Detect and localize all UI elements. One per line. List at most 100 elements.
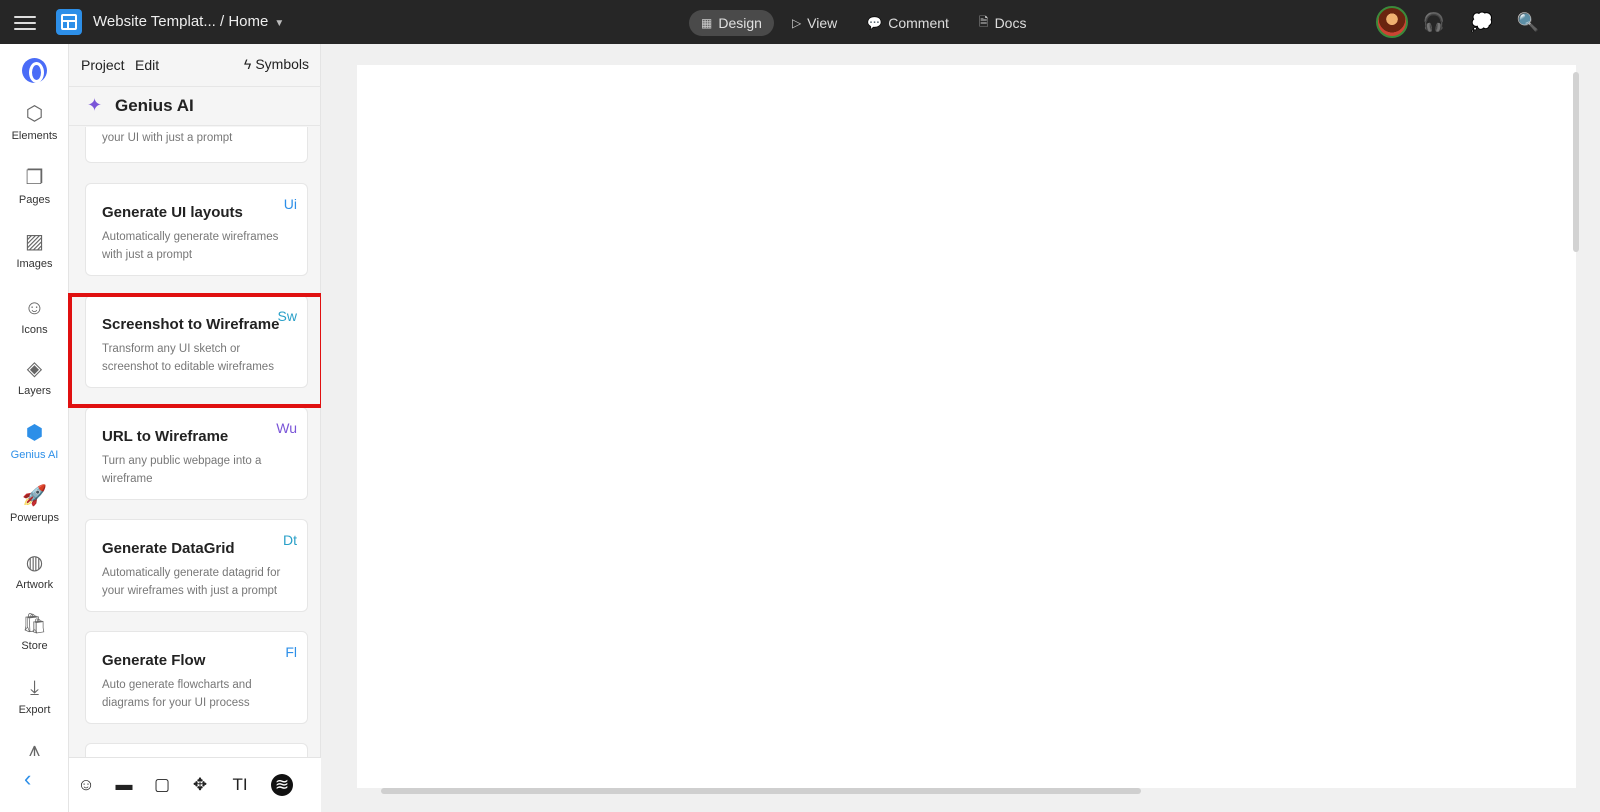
genius-ai-panel: Project Edit ϟ Symbols ✦ Genius AI your U… [69, 44, 321, 812]
rail-item-more[interactable]: ⩚ [0, 738, 69, 762]
rail-item-artwork[interactable]: ◍ Artwork [0, 551, 69, 591]
genius-ai-icon: ⬢ [25, 422, 44, 444]
vertical-scrollbar[interactable] [1573, 72, 1579, 252]
card-generate-flow[interactable]: Generate Flow Auto generate flowcharts a… [85, 631, 308, 724]
rail-label: Powerups [10, 512, 59, 524]
rail-label: Elements [11, 130, 58, 142]
card-title: Generate UI layouts [102, 204, 243, 221]
card-description: Automatically generate datagrid for your… [102, 567, 281, 597]
brand-logo-icon[interactable] [22, 58, 47, 83]
rail-item-layers[interactable]: ◈ Layers [0, 357, 69, 397]
rail-item-powerups[interactable]: 🚀 Powerups [0, 484, 69, 524]
lightning-icon: ϟ [243, 56, 252, 72]
symbols-label: Symbols [255, 56, 309, 72]
tab-edit[interactable]: Edit [135, 57, 159, 73]
card-generate-datagrid[interactable]: Generate DataGrid Automatically generate… [85, 519, 308, 612]
panel-title: Genius AI [115, 96, 194, 115]
stack-icon[interactable]: ≋ [271, 774, 293, 796]
rectangle-icon[interactable]: ▢ [151, 774, 173, 796]
rail-item-icons[interactable]: ☺ Icons [0, 296, 69, 336]
card-description: Turn any public webpage into a wireframe [102, 455, 262, 485]
card-url-to-wireframe[interactable]: URL to Wireframe Turn any public webpage… [85, 407, 308, 500]
card-description: Auto generate flowcharts and diagrams fo… [102, 679, 252, 709]
rocket-icon: 🚀 [22, 485, 47, 507]
tab-project[interactable]: Project [81, 57, 125, 73]
card-description: Transform any UI sketch or screenshot to… [102, 343, 274, 373]
card-generate-ui-layouts[interactable]: Generate UI layouts Automatically genera… [85, 183, 308, 276]
headset-icon[interactable]: 🎧 [1422, 10, 1446, 34]
top-bar: Website Templat... / Home ▼ ▦ Design ▷ View… [0, 0, 1600, 44]
app-logo-icon[interactable] [56, 9, 82, 35]
rail-label: Icons [21, 324, 48, 336]
mode-switcher: ▦ Design ▷ View 💬 Comment 🗎 Docs [689, 10, 1038, 36]
canvas-area[interactable] [321, 44, 1600, 812]
card-title: Screenshot to Wireframe [102, 316, 280, 333]
shopping-bag-icon: 🛍 [21, 613, 48, 635]
card-description: Automatically generate wireframes with j… [102, 231, 279, 261]
line-icon[interactable]: ▬ [113, 774, 135, 796]
rail-label: Pages [18, 194, 51, 206]
wu-badge-icon: Wu [276, 420, 297, 436]
rail-label: Images [16, 258, 53, 270]
view-mode-button[interactable]: ▷ View [780, 10, 849, 36]
rail-label: Genius AI [10, 449, 59, 461]
panel-header: ✦ Genius AI [69, 86, 321, 126]
comment-icon: 💬 [867, 16, 883, 30]
feature-card-list[interactable]: your UI with just a prompt Generate UI l… [69, 127, 321, 757]
left-rail: ⬡ Elements ❐ Pages ▨ Images ☺ Icons ◈ Layers … [0, 44, 69, 812]
card-title: Generate DataGrid [102, 540, 235, 557]
comment-label: Comment [888, 15, 949, 31]
pages-icon: ❐ [25, 167, 44, 189]
card-title: Generate Flow [102, 652, 206, 669]
design-mode-button[interactable]: ▦ Design [689, 10, 774, 36]
hamburger-menu-icon[interactable] [14, 12, 36, 32]
collapse-chevron-icon[interactable]: ‹ [24, 766, 31, 792]
rail-item-elements[interactable]: ⬡ Elements [0, 102, 69, 142]
rail-item-genius-ai[interactable]: ⬢ Genius AI [0, 421, 69, 461]
download-icon: ⤓ [30, 677, 39, 699]
view-label: View [807, 15, 838, 31]
cube-icon: ⬡ [25, 103, 44, 125]
chevron-down-icon: ▼ [274, 18, 285, 29]
card-title: URL to Wireframe [102, 428, 229, 445]
avatar[interactable] [1376, 6, 1408, 38]
docs-label: Docs [994, 15, 1027, 31]
card-next-partial[interactable] [85, 743, 308, 757]
artboard[interactable] [357, 65, 1576, 788]
play-icon: ▷ [791, 16, 802, 30]
design-label: Design [718, 15, 762, 31]
zoom-search-icon[interactable]: 🔍 [1516, 10, 1540, 34]
rail-item-images[interactable]: ▨ Images [0, 230, 69, 270]
project-title: Website Templat... / Home [93, 13, 269, 30]
card-screenshot-to-wireframe[interactable]: Screenshot to Wireframe Transform any UI… [85, 295, 308, 388]
smiley-icon[interactable]: ☺ [75, 774, 97, 796]
horizontal-scrollbar[interactable] [381, 788, 1141, 794]
comment-mode-button[interactable]: 💬 Comment [855, 10, 961, 36]
rail-label: Artwork [15, 579, 54, 591]
chat-icon[interactable]: 💭 [1470, 10, 1494, 34]
docs-mode-button[interactable]: 🗎 Docs [967, 10, 1039, 36]
dt-badge-icon: Dt [283, 532, 297, 548]
layout-icon: ▦ [701, 16, 713, 30]
card-description: your UI with just a prompt [102, 132, 233, 144]
feature-card-partial[interactable]: your UI with just a prompt [85, 127, 308, 163]
layers-icon: ◈ [26, 358, 43, 380]
rail-item-store[interactable]: 🛍 Store [0, 612, 69, 652]
sparkle-icon: ✦ [87, 95, 103, 115]
compass-icon: ⩚ [28, 739, 41, 761]
move-icon[interactable]: ✥ [189, 774, 211, 796]
symbols-button[interactable]: ϟ Symbols [244, 56, 309, 72]
rail-label: Store [21, 640, 48, 652]
text-icon[interactable]: TI [229, 774, 251, 796]
basketball-icon: ◍ [25, 552, 44, 574]
rail-item-export[interactable]: ⤓ Export [0, 676, 69, 716]
panel-tabs: Project Edit ϟ Symbols [69, 44, 321, 86]
ui-badge-icon: Ui [283, 196, 297, 212]
rail-label: Layers [17, 385, 52, 397]
bottom-toolbar: ☺ ▬ ▢ ✥ TI ≋ [69, 757, 321, 812]
project-title-dropdown[interactable]: Website Templat... / Home ▼ [93, 13, 284, 30]
sw-badge-icon: Sw [277, 308, 297, 324]
fl-badge-icon: Fl [285, 644, 297, 660]
rail-item-pages[interactable]: ❐ Pages [0, 166, 69, 206]
image-icon: ▨ [25, 231, 44, 253]
